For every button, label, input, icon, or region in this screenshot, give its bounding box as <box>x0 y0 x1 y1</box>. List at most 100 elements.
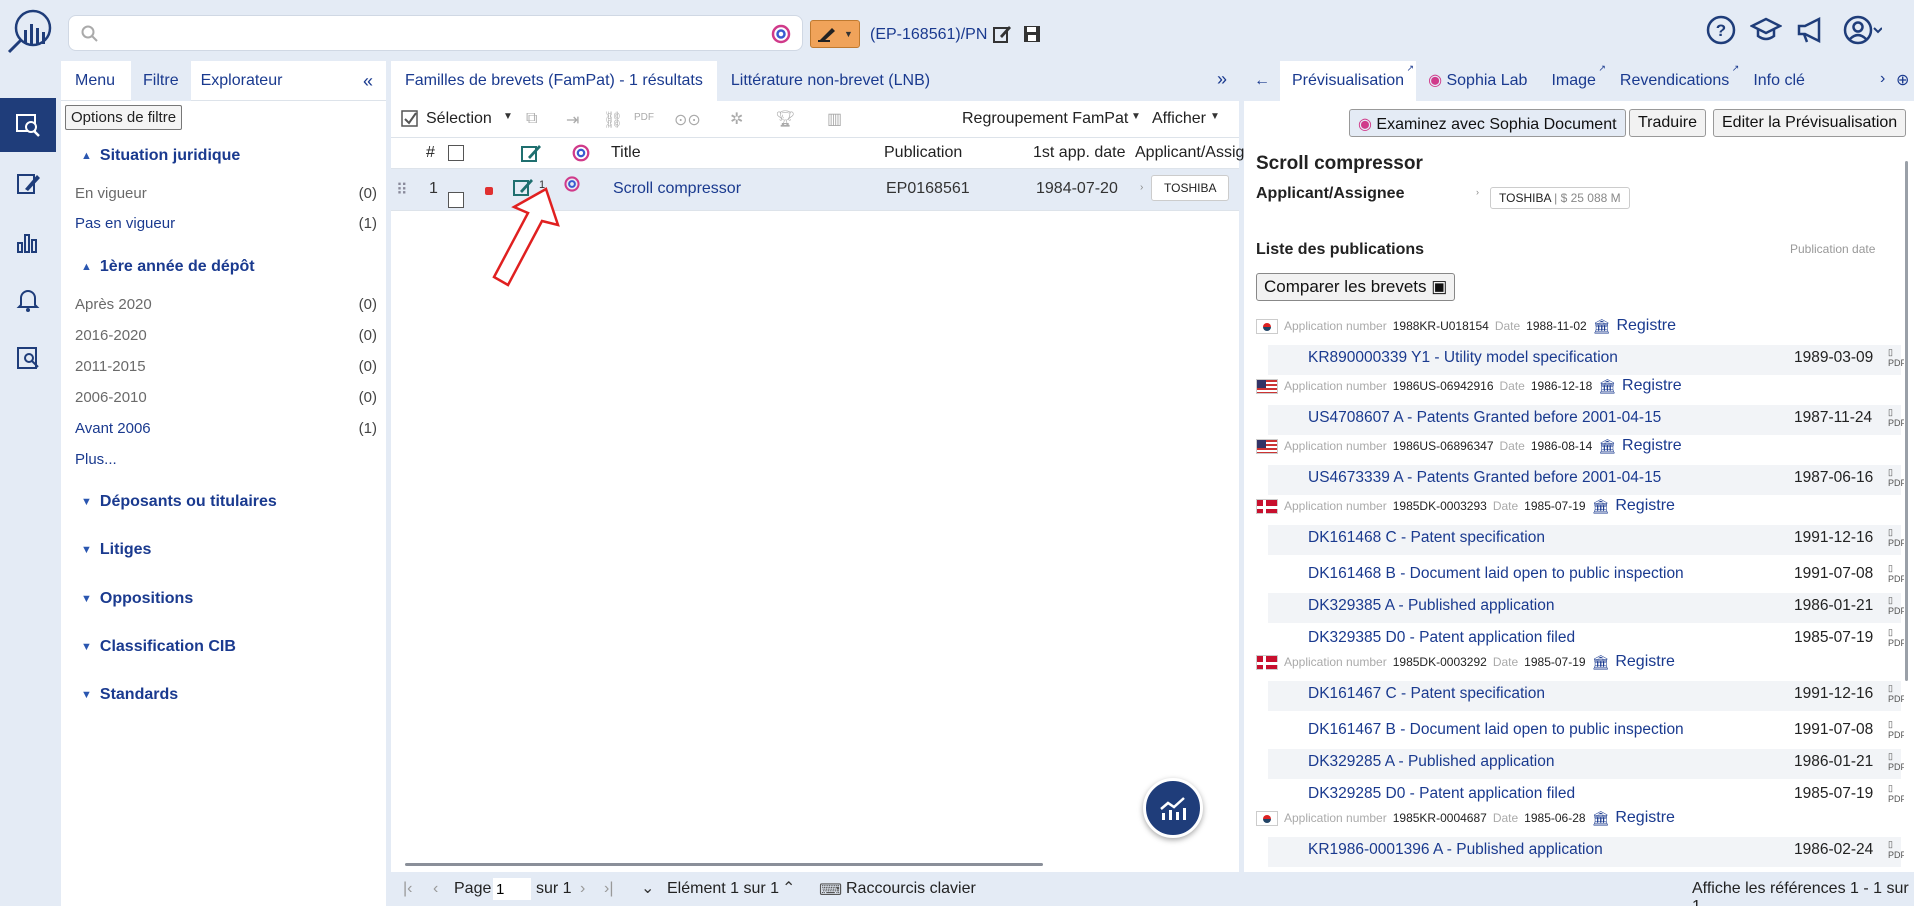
section-standards[interactable]: ▼ Standards <box>81 686 178 704</box>
select-all-icon[interactable] <box>401 110 419 133</box>
registry-icon[interactable]: 🏛︎ <box>1592 654 1610 671</box>
tab-image[interactable]: Image ↗ <box>1539 61 1607 101</box>
tab-menu[interactable]: Menu <box>75 61 127 101</box>
publication-row[interactable]: US4708607 A - Patents Granted before 200… <box>1268 405 1904 435</box>
publication-row[interactable]: DK329385 D0 - Patent application filed 19… <box>1268 625 1904 655</box>
registry-icon[interactable]: 🏛︎ <box>1598 438 1616 455</box>
publication-link[interactable]: DK161467 C - Patent specification <box>1308 685 1545 703</box>
publication-row[interactable]: DK329285 D0 - Patent application filed 19… <box>1268 781 1904 811</box>
filter-row[interactable]: Pas en vigueur (1) <box>75 215 377 232</box>
grouping-dropdown[interactable]: Regroupement FamPat <box>962 110 1128 128</box>
horizontal-scrollbar[interactable] <box>405 863 1043 866</box>
tab-sophia-lab[interactable]: ◉ Sophia Lab <box>1416 61 1539 101</box>
publication-row[interactable]: DK161468 B - Document laid open to publi… <box>1268 561 1904 591</box>
pdf-icon[interactable]: PDF <box>634 112 654 123</box>
publication-row[interactable]: KR1986-0001396 A - Published application… <box>1268 837 1904 867</box>
applicant-chip[interactable]: TOSHIBA <box>1151 175 1230 201</box>
publication-link[interactable]: US4708607 A - Patents Granted before 200… <box>1308 409 1661 427</box>
collapse-panel-icon[interactable]: « <box>363 71 373 92</box>
popout-icon[interactable]: ↗ <box>1598 48 1606 88</box>
save-icon[interactable] <box>1022 24 1042 49</box>
alerts-bell-icon[interactable] <box>0 273 56 327</box>
columns-icon[interactable]: ▥ <box>827 109 842 129</box>
network-icon[interactable]: ✲ <box>730 109 743 129</box>
expand-icon[interactable]: › <box>1140 182 1143 193</box>
registry-icon[interactable]: 🏛︎ <box>1592 498 1610 515</box>
filter-options-button[interactable]: Options de filtre <box>65 105 183 130</box>
edit-query-icon[interactable] <box>992 24 1012 49</box>
trophy-icon[interactable]: 🏆︎ <box>775 109 795 129</box>
pdf-icon[interactable]: ▯ PDF <box>1888 751 1904 772</box>
search-box[interactable] <box>68 15 803 51</box>
col-applicant[interactable]: Applicant/Assig <box>1135 144 1244 162</box>
training-icon[interactable] <box>1749 14 1783 51</box>
pdf-icon[interactable]: ▯ PDF <box>1888 839 1904 860</box>
publication-link[interactable]: KR1986-0001396 A - Published application <box>1308 841 1603 859</box>
pdf-icon[interactable]: ▯ PDF <box>1888 467 1904 488</box>
applicant-chip[interactable]: TOSHIBA | $ 25 088 M <box>1490 187 1630 209</box>
tab-previsualisation[interactable]: Prévisualisation ↗ <box>1280 61 1417 101</box>
pdf-icon[interactable]: ▯ PDF <box>1888 595 1904 616</box>
back-arrow-icon[interactable]: ← <box>1244 61 1280 101</box>
analytics-module-icon[interactable] <box>0 215 56 269</box>
user-account-icon[interactable] <box>1842 14 1883 51</box>
export-icon[interactable]: ⇥ <box>566 110 579 130</box>
display-dropdown[interactable]: Afficher <box>1152 110 1206 128</box>
sophia-row-icon[interactable] <box>563 175 581 198</box>
registre-link[interactable]: Registre <box>1615 497 1675 515</box>
registry-icon[interactable]: 🏛︎ <box>1598 378 1616 395</box>
registre-link[interactable]: Registre <box>1622 377 1682 395</box>
edit-preview-button[interactable]: Editer la Prévisualisation <box>1713 109 1907 137</box>
pdf-icon[interactable]: ▯ PDF <box>1888 527 1904 548</box>
section-classification-cib[interactable]: ▼ Classification CIB <box>81 638 236 656</box>
publication-row[interactable]: DK161467 B - Document laid open to publi… <box>1268 717 1904 747</box>
tab-fampat[interactable]: Familles de brevets (FamPat) - 1 résulta… <box>391 61 717 101</box>
registre-link[interactable]: Registre <box>1615 809 1675 827</box>
col-app-date[interactable]: 1st app. date <box>1033 144 1126 162</box>
report-module-icon[interactable] <box>0 331 56 385</box>
publication-link[interactable]: DK161468 C - Patent specification <box>1308 529 1545 547</box>
tabs-more-icon[interactable]: › <box>1880 70 1885 88</box>
expand-panel-icon[interactable]: » <box>1217 69 1227 90</box>
compare-icon[interactable]: ⊙⊙ <box>674 110 701 130</box>
more-link[interactable]: Plus... <box>75 451 377 468</box>
translate-button[interactable]: Traduire <box>1629 109 1706 137</box>
app-logo-icon[interactable] <box>5 8 53 56</box>
registry-icon[interactable]: 🏛︎ <box>1593 318 1611 335</box>
col-publication[interactable]: Publication <box>884 144 962 162</box>
publication-row[interactable]: DK329385 A - Published application 1986-0… <box>1268 593 1904 623</box>
current-query[interactable]: (EP-168561)/PN <box>870 26 987 44</box>
announcement-icon[interactable] <box>1795 14 1827 51</box>
section-litiges[interactable]: ▼ Litiges <box>81 541 151 559</box>
tab-info-cle[interactable]: Info clé <box>1741 61 1817 101</box>
search-module-icon[interactable] <box>0 98 56 152</box>
registre-link[interactable]: Registre <box>1615 653 1675 671</box>
pdf-icon[interactable]: ▯ PDF <box>1888 347 1904 368</box>
help-icon[interactable]: ? <box>1705 14 1737 51</box>
selection-dropdown[interactable]: Sélection <box>426 110 492 128</box>
publication-row[interactable]: DK329285 A - Published application 1986-0… <box>1268 749 1904 779</box>
tab-lnb[interactable]: Littérature non-brevet (LNB) <box>717 61 944 101</box>
pdf-icon[interactable]: ▯ PDF <box>1888 783 1904 804</box>
header-checkbox[interactable] <box>448 145 464 166</box>
col-num[interactable]: # <box>426 144 435 162</box>
publication-row[interactable]: KR890000339 Y1 - Utility model specifica… <box>1268 345 1904 375</box>
publication-link[interactable]: DK329285 D0 - Patent application filed <box>1308 785 1575 803</box>
pdf-icon[interactable]: ▯ PDF <box>1888 719 1904 740</box>
page-input[interactable] <box>493 878 531 900</box>
filter-row[interactable]: Avant 2006 (1) <box>75 420 377 437</box>
tab-explorateur[interactable]: Explorateur <box>201 61 295 101</box>
vertical-scrollbar[interactable] <box>1905 161 1908 681</box>
publication-row[interactable]: DK161467 C - Patent specification 1991-12… <box>1268 681 1904 711</box>
publication-link[interactable]: DK161467 B - Document laid open to publi… <box>1308 721 1684 739</box>
publication-link[interactable]: DK329385 A - Published application <box>1308 597 1554 615</box>
compare-patents-button[interactable]: Comparer les brevets ▣ <box>1256 273 1456 301</box>
highlight-pen-button[interactable]: ▼ <box>810 20 860 48</box>
tab-revendications[interactable]: Revendications ↗ <box>1608 61 1741 101</box>
registre-link[interactable]: Registre <box>1622 437 1682 455</box>
drag-handle-icon[interactable]: ⠿ <box>396 180 408 200</box>
add-to-folder-icon[interactable]: ⧉ <box>526 110 537 128</box>
pdf-icon[interactable]: ▯ PDF <box>1888 683 1904 704</box>
row-title-link[interactable]: Scroll compressor <box>613 180 741 198</box>
popout-icon[interactable]: ↗ <box>1407 48 1415 88</box>
